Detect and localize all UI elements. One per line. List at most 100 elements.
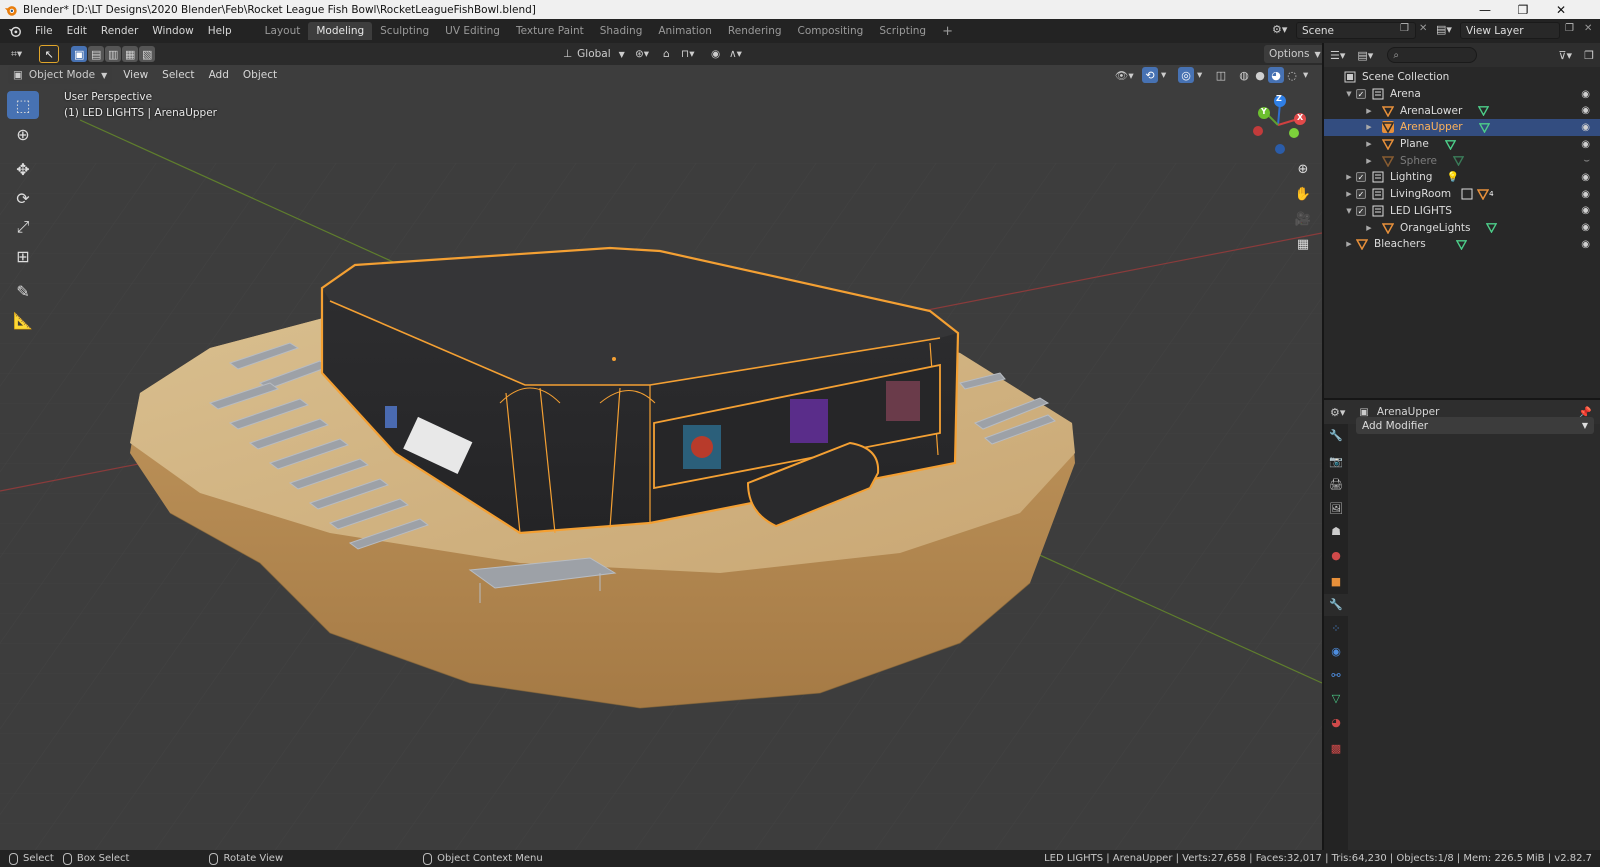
physics-icon[interactable]: ◉ <box>1324 641 1348 663</box>
add-workspace-button[interactable]: + <box>934 21 961 42</box>
outliner-row-led-lights[interactable]: ▼ ✓ LED LIGHTS ◉ <box>1324 203 1600 220</box>
mode-dropdown[interactable]: ▣ Object Mode ▼ <box>8 66 113 84</box>
perspective-toggle-icon[interactable]: ▦ <box>1291 232 1315 256</box>
outliner-row-bleachers[interactable]: ▶ Bleachers ◉ <box>1324 236 1600 253</box>
menu-view[interactable]: View <box>116 69 155 81</box>
cursor-tool-icon[interactable]: ⊕ <box>7 120 39 148</box>
menu-add[interactable]: Add <box>202 69 236 81</box>
display-mode-icon[interactable]: ▤▾ <box>1357 49 1373 62</box>
outliner-row-lighting[interactable]: ▶ ✓ Lighting 💡 ◉ <box>1324 169 1600 186</box>
select-mode-intersect-icon[interactable]: ▧ <box>139 46 156 62</box>
snap-toggle-icon[interactable]: ⌂ <box>658 45 675 63</box>
outliner-row-sphere[interactable]: ▶ Sphere ⌣ <box>1324 152 1600 169</box>
pivot-point-icon[interactable]: ⊛▾ <box>630 45 654 63</box>
select-mode-subtract-icon[interactable]: ▥ <box>105 46 122 62</box>
view-layer-icon[interactable]: 🖼 <box>1324 497 1348 519</box>
eye-icon[interactable]: ◉ <box>1581 139 1590 150</box>
delete-scene-icon[interactable]: ✕ <box>1419 23 1427 34</box>
constraints-icon[interactable]: ⚯ <box>1324 664 1348 686</box>
eye-icon[interactable]: ◉ <box>1581 172 1590 183</box>
eye-closed-icon[interactable]: ⌣ <box>1583 155 1590 166</box>
overlays-dropdown-icon[interactable]: ▾ <box>1192 66 1207 84</box>
menu-object[interactable]: Object <box>236 69 284 81</box>
outliner-row-plane[interactable]: ▶ Plane ◉ <box>1324 136 1600 153</box>
eye-icon[interactable]: ◉ <box>1581 105 1590 116</box>
outliner-row-orangelights[interactable]: ▶ OrangeLights ◉ <box>1324 219 1600 236</box>
exclude-checkbox[interactable]: ✓ <box>1356 89 1366 100</box>
tab-rendering[interactable]: Rendering <box>720 22 790 40</box>
eye-icon[interactable]: ◉ <box>1581 122 1590 133</box>
properties-editor-type-icon[interactable]: ⚙▾ <box>1330 406 1345 419</box>
world-icon[interactable]: ● <box>1324 544 1348 566</box>
scale-tool-icon[interactable]: ⤢ <box>7 213 39 241</box>
eye-icon[interactable]: ◉ <box>1581 239 1590 250</box>
expand-arrow-icon[interactable]: ▶ <box>1344 240 1354 248</box>
select-mode-new-icon[interactable]: ▣ <box>71 46 88 62</box>
scene-icon[interactable]: ☗ <box>1324 521 1348 543</box>
select-box-tool-icon[interactable]: ⬚ <box>7 91 39 119</box>
gizmo-dropdown-icon[interactable]: ▾ <box>1156 66 1171 84</box>
tab-compositing[interactable]: Compositing <box>790 22 872 40</box>
expand-arrow-icon[interactable]: ▶ <box>1344 190 1354 198</box>
delete-view-layer-icon[interactable]: ✕ <box>1584 23 1592 34</box>
select-mode-extend-icon[interactable]: ▤ <box>88 46 105 62</box>
pan-hand-icon[interactable]: ✋ <box>1291 182 1315 206</box>
transform-orientation-dropdown[interactable]: ⊥ Global ▼ <box>558 45 630 63</box>
exclude-checkbox[interactable]: ✓ <box>1356 189 1366 200</box>
output-icon[interactable]: 🖨 <box>1324 474 1348 496</box>
material-shading-icon[interactable]: ◕ <box>1268 67 1284 83</box>
outliner-row-scene-collection[interactable]: Scene Collection <box>1324 69 1600 86</box>
wireframe-shading-icon[interactable]: ◍ <box>1236 67 1252 83</box>
outliner-row-livingroom[interactable]: ▶ ✓ LivingRoom 4 ◉ <box>1324 186 1600 203</box>
3d-viewport[interactable]: User Perspective (1) LED LIGHTS | ArenaU… <box>0 43 1322 850</box>
zoom-icon[interactable]: ⊕ <box>1291 157 1315 181</box>
camera-view-icon[interactable]: 🎥 <box>1291 207 1315 231</box>
xray-toggle-icon[interactable]: ◫ <box>1213 67 1229 83</box>
new-collection-icon[interactable]: ❐ <box>1584 49 1594 62</box>
visibility-selectability-icon[interactable]: 👁▾ <box>1110 66 1139 84</box>
exclude-checkbox[interactable]: ✓ <box>1356 205 1366 216</box>
tab-uv-editing[interactable]: UV Editing <box>437 22 508 40</box>
scene-selector[interactable]: Scene <box>1296 22 1416 39</box>
eye-icon[interactable]: ◉ <box>1581 205 1590 216</box>
exclude-checkbox[interactable]: ✓ <box>1356 172 1366 183</box>
outliner-row-arenalower[interactable]: ▶ ArenaLower ◉ <box>1324 102 1600 119</box>
view-layer-selector[interactable]: View Layer <box>1460 22 1560 39</box>
menu-help[interactable]: Help <box>201 25 239 37</box>
minimize-button[interactable]: — <box>1466 0 1504 19</box>
restore-button[interactable]: ❐ <box>1504 0 1542 19</box>
view-layer-type-icon[interactable]: ▤▾ <box>1436 23 1452 36</box>
render-icon[interactable]: 📷 <box>1324 450 1348 472</box>
menu-select[interactable]: Select <box>155 69 201 81</box>
snap-target-icon[interactable]: ⊓▾ <box>676 45 699 63</box>
measure-tool-icon[interactable]: 📐 <box>7 306 39 334</box>
proportional-edit-icon[interactable]: ◉ <box>706 45 725 63</box>
menu-edit[interactable]: Edit <box>60 25 94 37</box>
select-tool-icon[interactable]: ↖ <box>39 45 60 63</box>
shading-dropdown-icon[interactable]: ▾ <box>1298 66 1313 84</box>
select-mode-invert-icon[interactable]: ▦ <box>122 46 139 62</box>
collapse-arrow-icon[interactable]: ▼ <box>1344 90 1354 98</box>
object-icon[interactable]: ■ <box>1324 570 1348 592</box>
modifier-icon[interactable]: 🔧 <box>1324 593 1348 616</box>
options-dropdown[interactable]: Options ▼ <box>1264 45 1326 63</box>
new-view-layer-icon[interactable]: ❐ <box>1565 23 1574 34</box>
menu-render[interactable]: Render <box>94 25 145 37</box>
outliner-editor-type-icon[interactable]: ☰▾ <box>1330 49 1345 62</box>
data-icon[interactable]: ▽ <box>1324 688 1348 710</box>
particles-icon[interactable]: ⁘ <box>1324 617 1348 639</box>
tab-shading[interactable]: Shading <box>592 22 651 40</box>
editor-type-icon[interactable]: ⌗▾ <box>6 45 27 63</box>
expand-arrow-icon[interactable]: ▶ <box>1364 157 1374 165</box>
blender-menu-icon[interactable] <box>8 24 22 38</box>
transform-tool-icon[interactable]: ⊞ <box>7 242 39 270</box>
solid-shading-icon[interactable]: ● <box>1252 67 1268 83</box>
viewport-scene[interactable] <box>0 43 1322 850</box>
tab-layout[interactable]: Layout <box>257 22 309 40</box>
menu-file[interactable]: File <box>28 25 60 37</box>
expand-arrow-icon[interactable]: ▶ <box>1344 173 1354 181</box>
annotate-tool-icon[interactable]: ✎ <box>7 277 39 305</box>
tab-texture-paint[interactable]: Texture Paint <box>508 22 592 40</box>
filter-icon[interactable]: ⊽▾ <box>1558 49 1572 62</box>
eye-icon[interactable]: ◉ <box>1581 89 1590 100</box>
